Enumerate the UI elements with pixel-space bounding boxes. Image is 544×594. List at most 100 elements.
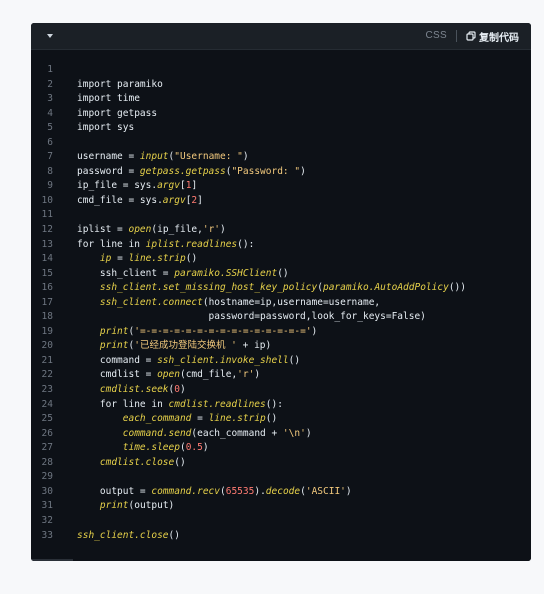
code-line: 20 print('已经成功登陆交换机 ' + ip) <box>31 339 531 354</box>
code-token: () <box>288 354 301 366</box>
line-number: 13 <box>41 238 53 250</box>
code-token: "Username: " <box>174 151 243 163</box>
line-number: 4 <box>47 107 53 119</box>
line-code: import time <box>77 92 140 107</box>
code-line: 3 import time <box>31 92 531 107</box>
line-code: for line in cmdlist.readlines(): <box>77 398 283 413</box>
code-token: open <box>128 224 152 236</box>
copy-code-label: 复制代码 <box>479 32 519 44</box>
copy-code-button[interactable]: 复制代码 <box>466 29 519 44</box>
code-token: cmd_file = sys. <box>77 194 163 206</box>
line-code: cmdlist = open(cmd_file,'r') <box>77 368 260 383</box>
code-token: 'r' <box>237 369 255 381</box>
code-token: ssh_client.close <box>77 529 169 541</box>
code-token: ssh_client.connect <box>99 296 203 308</box>
code-line: 33 ssh_client.close() <box>31 529 531 544</box>
code-token: ip_file = sys. <box>77 180 158 192</box>
code-toolbar: CSS 复制代码 <box>31 23 531 50</box>
code-token: getpass.getpass <box>139 165 226 177</box>
code-token: (cmd_file, <box>179 369 238 381</box>
code-token: (): <box>237 238 255 250</box>
code-token: '\n' <box>282 427 306 439</box>
code-line: 9 ip_file = sys.argv[1] <box>31 179 531 194</box>
code-token: '=-=-=-=-=-=-=-=-=-=-=-=-=-=-=' <box>134 325 312 337</box>
code-line: 18 password=password,look_for_keys=False… <box>31 310 531 325</box>
line-code: cmdlist.close() <box>77 456 186 471</box>
line-number: 32 <box>41 514 53 526</box>
code-token: line.strip <box>128 253 186 265</box>
line-code: for line in iplist.readlines(): <box>77 238 254 253</box>
code-token: ] <box>197 194 203 206</box>
copy-icon <box>466 31 476 41</box>
code-token: command.send <box>122 427 192 439</box>
code-token: + ip) <box>236 340 272 352</box>
code-token: iplist.readlines <box>145 238 238 250</box>
code-line: 8 password = getpass.getpass("Password: "… <box>31 165 531 180</box>
code-token: paramiko.SSHClient <box>174 267 278 279</box>
code-token: import getpass <box>77 107 158 119</box>
line-code: ssh_client.set_missing_host_key_policy(p… <box>77 281 466 296</box>
code-line: 13 for line in iplist.readlines(): <box>31 238 531 253</box>
line-number: 33 <box>41 529 53 541</box>
code-line: 16 ssh_client.set_missing_host_key_polic… <box>31 281 531 296</box>
code-line: 15 ssh_client = paramiko.SSHClient() <box>31 267 531 282</box>
line-code: import paramiko <box>77 78 163 93</box>
line-code: output = command.recv(65535).decode('ASC… <box>77 485 352 500</box>
code-line: 5 import sys <box>31 121 531 136</box>
code-token: (each_command + <box>191 427 283 439</box>
code-token: input <box>139 151 169 163</box>
line-number: 17 <box>41 296 53 308</box>
line-number: 20 <box>41 340 53 352</box>
line-code: cmd_file = sys.argv[2] <box>77 194 203 209</box>
line-code: password=password,look_for_keys=False) <box>77 310 426 325</box>
line-number: 18 <box>41 311 53 323</box>
code-token: username = <box>77 151 140 163</box>
code-token: paramiko.AutoAddPolicy <box>322 282 449 294</box>
code-line: 17 ssh_client.connect(hostname=ip,userna… <box>31 296 531 311</box>
line-number: 3 <box>47 93 53 105</box>
code-line: 6 <box>31 136 531 151</box>
code-token: ) <box>180 384 186 396</box>
code-token: print <box>99 325 129 337</box>
scrollbar-thumb[interactable] <box>31 559 73 561</box>
code-token: = <box>191 413 209 425</box>
line-number: 10 <box>41 194 53 206</box>
code-token: (output) <box>128 500 175 512</box>
line-number: 19 <box>41 325 53 337</box>
line-number: 21 <box>41 354 53 366</box>
line-code: import getpass <box>77 107 157 122</box>
line-code: cmdlist.seek(0) <box>77 383 186 398</box>
code-token: cmdlist.seek <box>99 384 169 396</box>
code-token: for line in <box>77 398 169 410</box>
code-block: CSS 复制代码 1 2 import paramiko 3 import time 4 i… <box>31 23 531 561</box>
code-token: ) <box>345 485 352 497</box>
line-number: 24 <box>41 398 53 410</box>
code-token: (ip_file, <box>151 224 203 236</box>
code-token: import time <box>77 93 140 105</box>
line-number: 8 <box>47 165 53 177</box>
chevron-down-icon[interactable] <box>45 32 57 42</box>
code-token: () <box>265 413 278 425</box>
line-code: ssh_client.close() <box>77 529 180 544</box>
line-number: 15 <box>41 267 53 279</box>
code-token: ) <box>254 369 261 381</box>
code-token: import paramiko <box>77 78 163 90</box>
code-line: 21 command = ssh_client.invoke_shell() <box>31 354 531 369</box>
code-line: 4 import getpass <box>31 107 531 122</box>
line-code: each_command = line.strip() <box>77 412 277 427</box>
code-token: 'r' <box>202 224 221 236</box>
line-number: 29 <box>41 471 53 483</box>
code-token: time.sleep <box>122 442 180 454</box>
code-token: ssh_client.invoke_shell <box>157 354 289 366</box>
code-line: 19 print('=-=-=-=-=-=-=-=-=-=-=-=-=-=-='… <box>31 325 531 340</box>
horizontal-scrollbar[interactable] <box>31 553 531 561</box>
code-token: () <box>277 267 289 279</box>
code-line: 22 cmdlist = open(cmd_file,'r') <box>31 368 531 383</box>
